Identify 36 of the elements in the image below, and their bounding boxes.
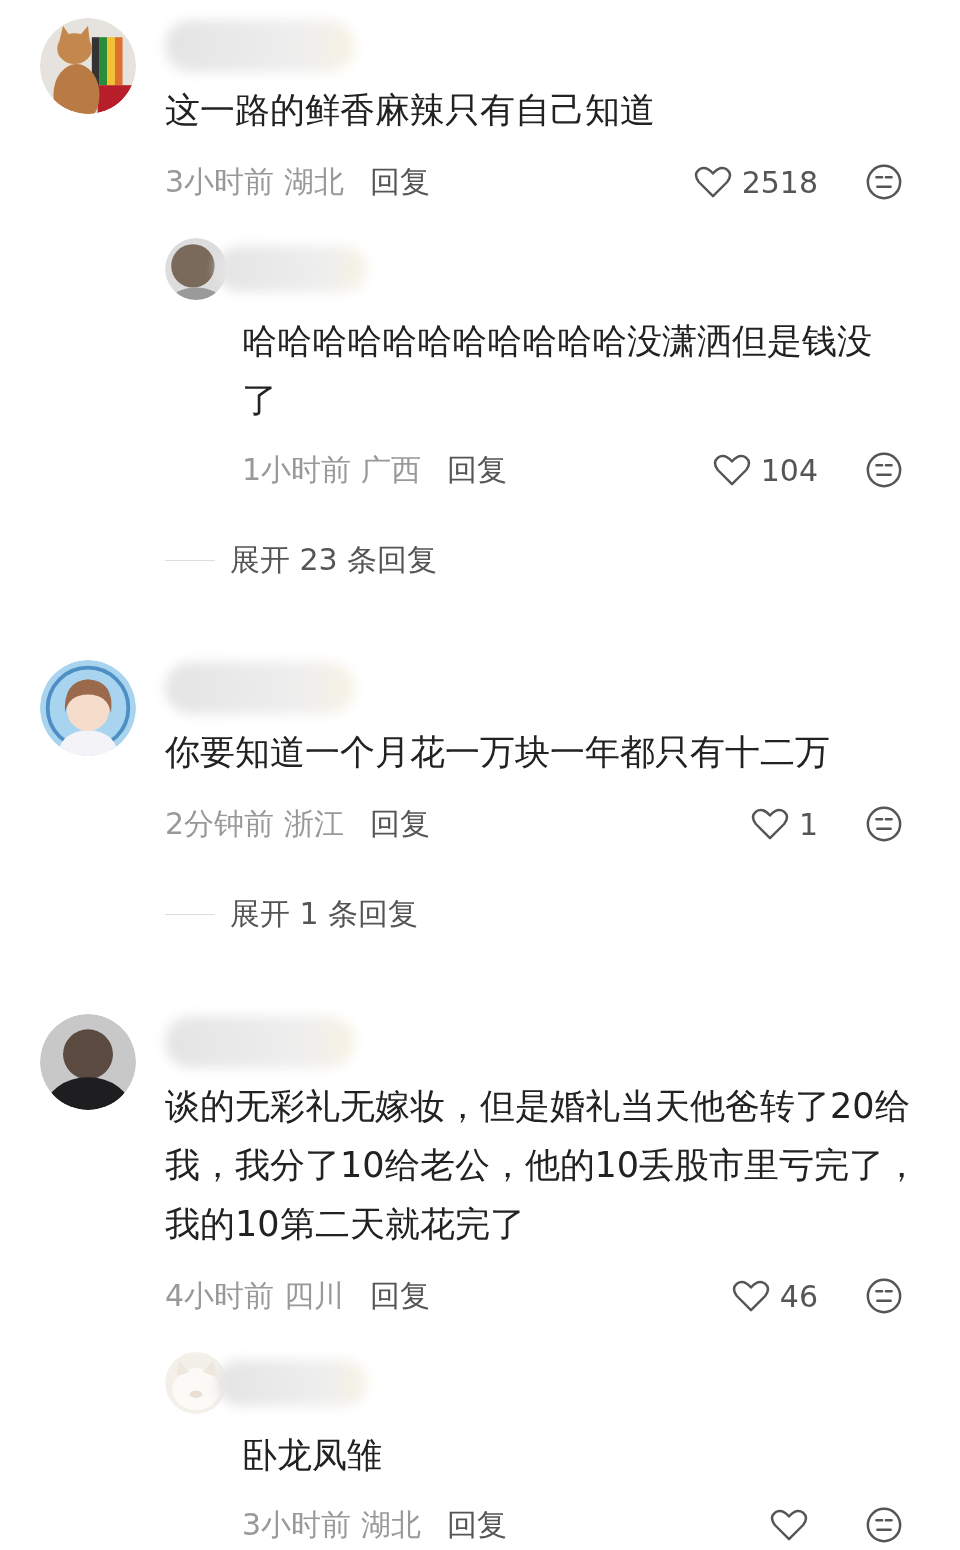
- emoji-icon[interactable]: [865, 805, 903, 843]
- expand-replies-link[interactable]: 展开 23 条回复: [230, 539, 438, 581]
- like-icon[interactable]: [712, 453, 751, 487]
- comment-text: 这一路的鲜香麻辣只有自己知道: [165, 89, 656, 132]
- like-icon[interactable]: [693, 165, 732, 199]
- like-icon[interactable]: [770, 1508, 808, 1542]
- like-icon[interactable]: [750, 807, 789, 841]
- post-location: 广西: [361, 450, 422, 489]
- post-time: 3小时前: [242, 1505, 352, 1544]
- like-count: 46: [779, 1278, 818, 1314]
- emoji-icon[interactable]: [865, 163, 903, 201]
- reply-button[interactable]: 回复: [447, 449, 508, 491]
- reply-button[interactable]: 回复: [370, 161, 431, 203]
- post-time: 1小时前: [242, 450, 352, 489]
- emoji-icon[interactable]: [865, 1277, 903, 1315]
- post-location: 湖北: [284, 162, 345, 201]
- post-time: 2分钟前: [165, 804, 275, 843]
- comment-text: 你要知道一个月花一万块一年都只有十二万: [165, 731, 831, 774]
- reply-text: 卧龙凤雏: [242, 1434, 383, 1477]
- reply-text: 哈哈哈哈哈哈哈哈哈哈哈没潇洒但是钱没了: [242, 320, 873, 422]
- post-time: 3小时前: [165, 162, 275, 201]
- like-icon[interactable]: [731, 1279, 770, 1313]
- reply-button[interactable]: 回复: [370, 803, 431, 845]
- reply-button[interactable]: 回复: [447, 1504, 508, 1546]
- like-count: 104: [760, 452, 818, 488]
- reply-button[interactable]: 回复: [370, 1275, 431, 1317]
- comment-text: 谈的无彩礼无嫁妆，但是婚礼当天他爸转了20给我，我分了10给老公，他的10丢股市里亏完了，我的10第二天就花完了: [165, 1085, 920, 1246]
- like-count: 2518: [741, 164, 818, 200]
- post-location: 浙江: [284, 804, 345, 843]
- post-time: 4小时前: [165, 1276, 275, 1315]
- emoji-icon[interactable]: [865, 451, 903, 489]
- emoji-icon[interactable]: [865, 1506, 903, 1544]
- post-location: 湖北: [361, 1505, 422, 1544]
- expand-replies-link[interactable]: 展开 1 条回复: [230, 893, 419, 935]
- post-location: 四川: [284, 1276, 345, 1315]
- like-count: 1: [798, 806, 818, 842]
